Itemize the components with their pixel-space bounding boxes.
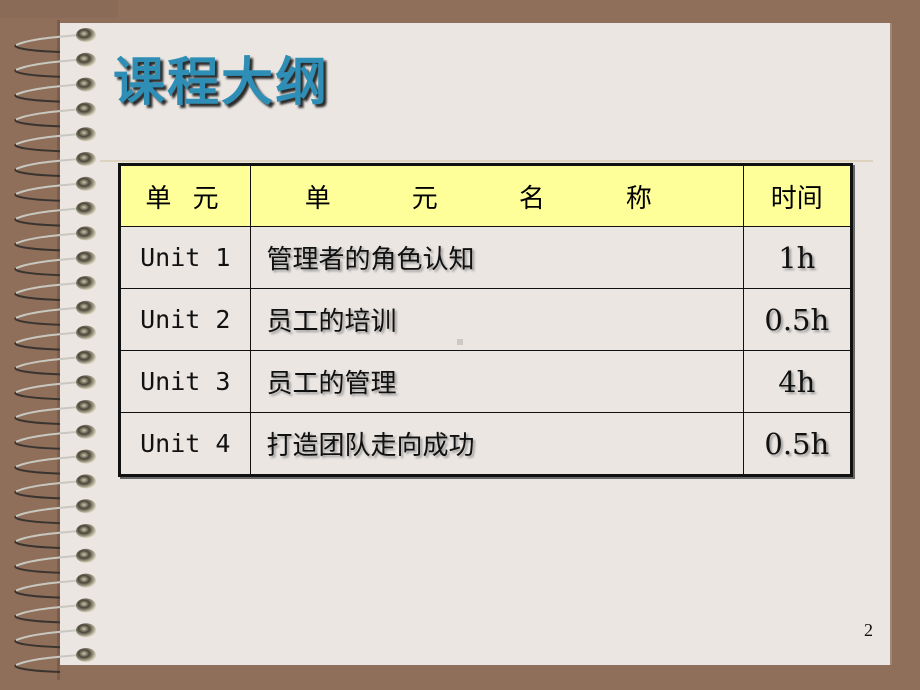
spiral-ring (14, 176, 96, 202)
header-time: 时间 (742, 164, 853, 227)
spiral-ring (14, 127, 96, 153)
spiral-ring (14, 375, 96, 401)
spiral-binding (14, 28, 96, 673)
spiral-ring (14, 152, 96, 177)
table-row: Unit 2 员工的培训 0.5h (119, 288, 853, 351)
page-number: 2 (864, 620, 873, 640)
spiral-ring (14, 424, 96, 450)
spiral-ring (14, 201, 96, 227)
unit-cell: Unit 2 (119, 288, 251, 351)
header-unit-name: 单 元 名 称 (249, 164, 744, 227)
unit-cell: Unit 4 (119, 412, 251, 476)
spiral-ring (14, 28, 96, 53)
table-row: Unit 4 打造团队走向成功 0.5h (119, 412, 853, 476)
time-cell: 1h (742, 226, 853, 289)
slide-title: 课程大纲 (113, 53, 330, 113)
spiral-ring (14, 251, 96, 277)
spiral-ring (14, 350, 96, 376)
spiral-ring (14, 102, 96, 128)
time-cell: 0.5h (742, 412, 853, 476)
spiral-ring (14, 524, 96, 549)
table-row: Unit 1 管理者的角色认知 1h (119, 226, 853, 289)
unit-name-cell: 员工的管理 (249, 350, 744, 413)
unit-name-cell: 员工的培训 (249, 288, 744, 351)
time-cell: 4h (742, 350, 853, 413)
time-cell: 0.5h (742, 288, 853, 351)
title-divider (100, 160, 873, 162)
unit-name-cell: 打造团队走向成功 (249, 412, 744, 476)
unit-cell: Unit 1 (119, 226, 251, 289)
spiral-ring (14, 77, 96, 103)
spiral-ring (14, 226, 96, 252)
spiral-ring (14, 400, 96, 425)
spiral-ring (14, 573, 96, 599)
spiral-ring (14, 474, 96, 500)
table-header-row: 单 元 单 元 名 称 时间 (119, 164, 853, 227)
spiral-ring (14, 449, 96, 475)
table-row: Unit 3 员工的管理 4h (119, 350, 853, 413)
spiral-ring (14, 648, 96, 673)
course-outline-table: 单 元 单 元 名 称 时间 Unit 1 管理者的角色认知 1h Unit 2… (118, 163, 853, 477)
spiral-ring (14, 499, 96, 525)
spiral-ring (14, 276, 96, 301)
unit-cell: Unit 3 (119, 350, 251, 413)
spiral-ring (14, 52, 96, 78)
spiral-ring (14, 300, 96, 326)
spiral-ring (14, 598, 96, 624)
placeholder-marker (457, 339, 463, 345)
header-unit: 单 元 (119, 164, 251, 227)
spiral-ring (14, 623, 96, 649)
spiral-ring (14, 325, 96, 351)
spiral-ring (14, 548, 96, 574)
unit-name-cell: 管理者的角色认知 (249, 226, 744, 289)
